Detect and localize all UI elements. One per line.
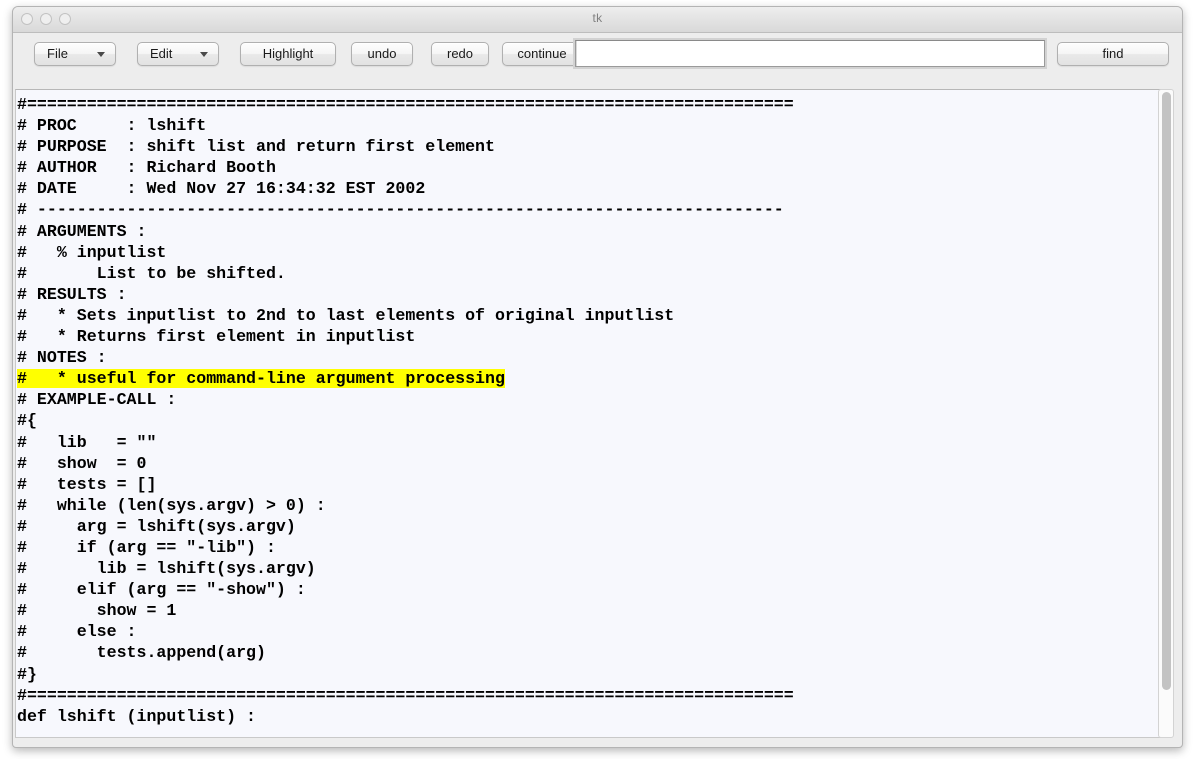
continue-button[interactable]: continue bbox=[502, 42, 582, 66]
scrollbar-thumb[interactable] bbox=[1162, 92, 1171, 690]
edit-menu-button[interactable]: Edit bbox=[137, 42, 219, 66]
file-menu-label: File bbox=[47, 46, 68, 61]
code-text-pane[interactable]: #=======================================… bbox=[15, 89, 1162, 738]
chevron-down-icon bbox=[97, 52, 105, 57]
file-menu-button[interactable]: File bbox=[34, 42, 116, 66]
find-input[interactable] bbox=[573, 38, 1047, 69]
find-button[interactable]: find bbox=[1057, 42, 1169, 66]
highlight-button[interactable]: Highlight bbox=[240, 42, 336, 66]
toolbar: File Edit Highlight undo redo continue f… bbox=[13, 33, 1182, 77]
redo-button[interactable]: redo bbox=[431, 42, 489, 66]
window-titlebar: tk bbox=[13, 7, 1182, 33]
application-window: tk File Edit Highlight undo redo continu… bbox=[12, 6, 1183, 748]
source-code-text[interactable]: #=======================================… bbox=[17, 94, 794, 727]
edit-menu-label: Edit bbox=[150, 46, 173, 61]
editor-area: #=======================================… bbox=[14, 77, 1181, 746]
chevron-down-icon bbox=[200, 52, 208, 57]
window-title: tk bbox=[592, 11, 603, 25]
undo-button[interactable]: undo bbox=[351, 42, 413, 66]
vertical-scrollbar[interactable] bbox=[1158, 89, 1174, 738]
